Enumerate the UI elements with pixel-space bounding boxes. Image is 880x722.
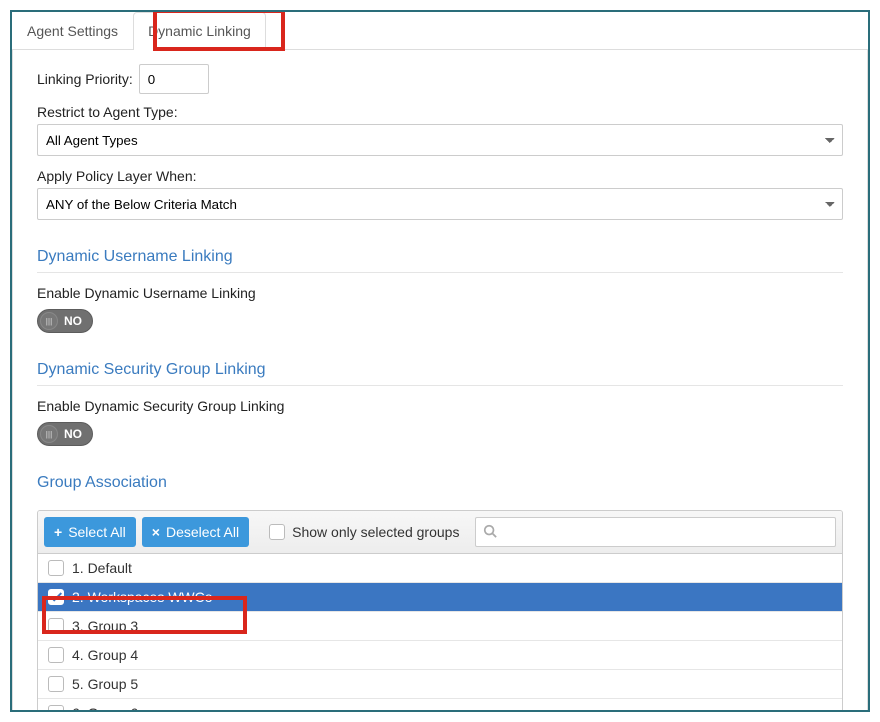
tab-dynamic-linking[interactable]: Dynamic Linking bbox=[133, 12, 266, 50]
deselect-all-label: Deselect All bbox=[166, 524, 239, 540]
group-search-input[interactable] bbox=[475, 517, 836, 547]
settings-frame: Agent Settings Dynamic Linking Linking P… bbox=[10, 10, 870, 712]
group-row-checkbox[interactable] bbox=[48, 618, 64, 634]
toggle-username-linking-text: NO bbox=[64, 314, 82, 328]
apply-policy-label: Apply Policy Layer When: bbox=[37, 168, 843, 184]
group-row-label: 2. Workspaces WWCo bbox=[72, 589, 213, 605]
group-row[interactable]: 3. Group 3 bbox=[38, 612, 842, 641]
section-security-group-title: Dynamic Security Group Linking bbox=[37, 355, 843, 386]
group-row-label: 3. Group 3 bbox=[72, 618, 138, 634]
group-row-checkbox[interactable] bbox=[48, 560, 64, 576]
toggle-username-linking[interactable]: ||| NO bbox=[37, 309, 93, 333]
show-only-selected-label: Show only selected groups bbox=[292, 524, 459, 540]
linking-priority-label: Linking Priority: bbox=[37, 71, 133, 87]
group-row-label: 5. Group 5 bbox=[72, 676, 138, 692]
deselect-all-button[interactable]: × Deselect All bbox=[142, 517, 249, 547]
restrict-agent-label: Restrict to Agent Type: bbox=[37, 104, 843, 120]
tab-bar: Agent Settings Dynamic Linking bbox=[12, 12, 868, 50]
group-row[interactable]: 4. Group 4 bbox=[38, 641, 842, 670]
group-row-checkbox[interactable] bbox=[48, 705, 64, 712]
dynamic-linking-panel: Linking Priority: Restrict to Agent Type… bbox=[12, 50, 868, 712]
search-icon bbox=[483, 524, 497, 541]
enable-username-linking-label: Enable Dynamic Username Linking bbox=[37, 285, 843, 301]
group-row[interactable]: 5. Group 5 bbox=[38, 670, 842, 699]
group-row[interactable]: 6. Group 6 bbox=[38, 699, 842, 712]
group-association-panel: + Select All × Deselect All Show only se… bbox=[37, 510, 843, 712]
enable-security-group-label: Enable Dynamic Security Group Linking bbox=[37, 398, 843, 414]
group-row-checkbox[interactable] bbox=[48, 589, 64, 605]
group-row-label: 6. Group 6 bbox=[72, 705, 138, 712]
linking-priority-input[interactable] bbox=[139, 64, 209, 94]
show-only-selected-checkbox[interactable] bbox=[269, 524, 285, 540]
plus-icon: + bbox=[54, 524, 62, 540]
section-username-linking-title: Dynamic Username Linking bbox=[37, 242, 843, 273]
section-group-association-title: Group Association bbox=[37, 468, 843, 498]
toggle-knob-icon: ||| bbox=[40, 425, 58, 443]
select-all-label: Select All bbox=[68, 524, 126, 540]
group-list: 1. Default 2. Workspaces WWCo 3. Group 3 4.… bbox=[38, 554, 842, 712]
group-row[interactable]: 1. Default bbox=[38, 554, 842, 583]
toggle-security-group[interactable]: ||| NO bbox=[37, 422, 93, 446]
toggle-security-group-text: NO bbox=[64, 427, 82, 441]
select-all-button[interactable]: + Select All bbox=[44, 517, 136, 547]
group-search bbox=[475, 517, 836, 547]
tab-agent-settings[interactable]: Agent Settings bbox=[12, 12, 133, 49]
group-toolbar: + Select All × Deselect All Show only se… bbox=[38, 511, 842, 554]
restrict-agent-select[interactable]: All Agent Types bbox=[37, 124, 843, 156]
close-icon: × bbox=[152, 524, 160, 540]
show-only-selected-toggle[interactable]: Show only selected groups bbox=[269, 524, 459, 540]
group-row-label: 4. Group 4 bbox=[72, 647, 138, 663]
group-row-checkbox[interactable] bbox=[48, 647, 64, 663]
group-row-checkbox[interactable] bbox=[48, 676, 64, 692]
apply-policy-select[interactable]: ANY of the Below Criteria Match bbox=[37, 188, 843, 220]
group-row[interactable]: 2. Workspaces WWCo bbox=[38, 583, 842, 612]
toggle-knob-icon: ||| bbox=[40, 312, 58, 330]
group-row-label: 1. Default bbox=[72, 560, 132, 576]
